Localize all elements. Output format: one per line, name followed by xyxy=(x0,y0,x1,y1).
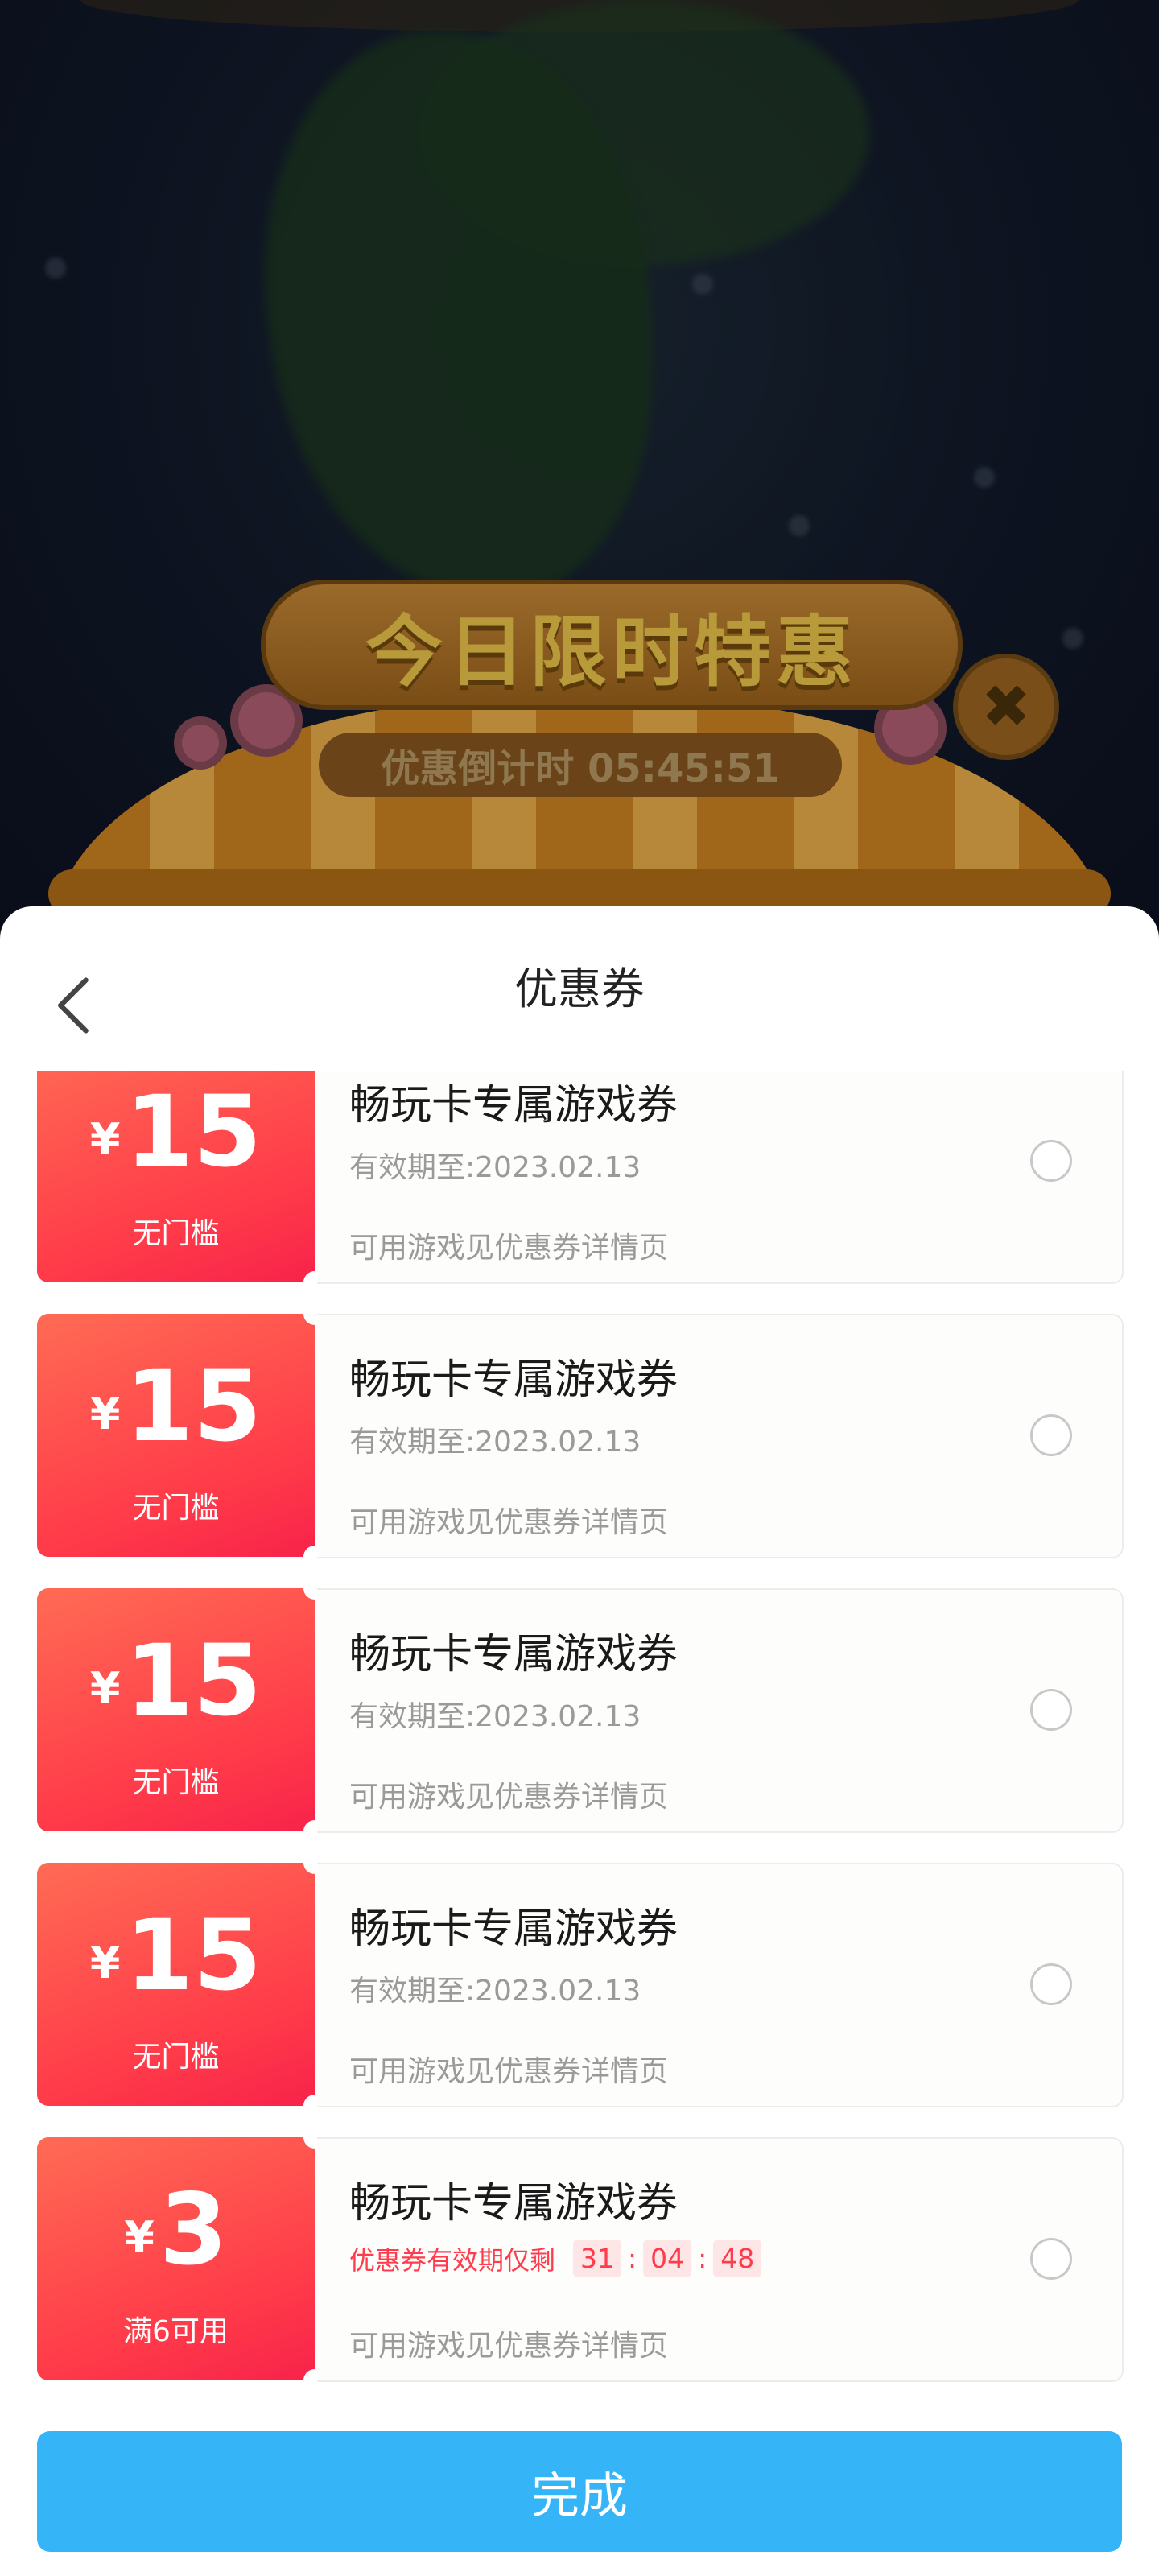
coupon-info: 畅玩卡专属游戏券 有效期至:2023.02.13 可用游戏见优惠券详情页 xyxy=(317,1863,1124,2107)
coupon-expiry: 有效期至:2023.02.13 xyxy=(349,1426,641,1459)
coupon-scope: 可用游戏见优惠券详情页 xyxy=(349,1232,669,1265)
promo-title-banner: 今日限时特惠 xyxy=(261,580,963,710)
coupon-select-radio[interactable] xyxy=(1030,1689,1072,1731)
coupon-amount: 15 xyxy=(125,1349,262,1463)
promo-title: 今日限时特惠 xyxy=(365,606,858,697)
coupon-card[interactable]: ¥15 无门槛 畅玩卡专属游戏券 有效期至:2023.02.13 可用游戏见优惠… xyxy=(37,1852,1124,2117)
coupon-threshold: 无门槛 xyxy=(132,1217,220,1250)
chevron-left-icon xyxy=(58,977,89,1034)
coupon-amount: 15 xyxy=(125,1898,262,2013)
coupon-value-panel: ¥3 满6可用 xyxy=(37,2126,326,2392)
currency-symbol: ¥ xyxy=(89,1389,121,1439)
coupon-threshold: 满6可用 xyxy=(123,2315,229,2348)
coupon-expiry: 有效期至:2023.02.13 xyxy=(349,1975,641,2008)
countdown-minutes: 04 xyxy=(643,2240,692,2277)
coupon-card[interactable]: ¥15 无门槛 畅玩卡专属游戏券 有效期至:2023.02.13 可用游戏见优惠… xyxy=(37,1071,1124,1294)
currency-symbol: ¥ xyxy=(89,1114,121,1165)
game-backdrop: 今日限时特惠 优惠倒计时 05:45:51 ✖ xyxy=(0,0,1159,934)
coupon-name: 畅玩卡专属游戏券 xyxy=(349,1082,678,1129)
coupon-select-radio[interactable] xyxy=(1030,1140,1072,1182)
coupon-card[interactable]: ¥15 无门槛 畅玩卡专属游戏券 有效期至:2023.02.13 可用游戏见优惠… xyxy=(37,1302,1124,1568)
close-icon[interactable]: ✖ xyxy=(953,654,1059,760)
promo-awning: 今日限时特惠 优惠倒计时 05:45:51 ✖ xyxy=(48,580,1111,934)
coupon-amount: 15 xyxy=(125,1624,262,1738)
coupon-info: 畅玩卡专属游戏券 有效期至:2023.02.13 可用游戏见优惠券详情页 xyxy=(317,1071,1124,1284)
coupon-info: 畅玩卡专属游戏券 优惠券有效期仅剩 31 : 04 : 48 可用游戏见优惠券详… xyxy=(317,2137,1124,2382)
coupon-scope: 可用游戏见优惠券详情页 xyxy=(349,1506,669,1539)
coupon-value-panel: ¥15 无门槛 xyxy=(37,1071,326,1294)
coupon-name: 畅玩卡专属游戏券 xyxy=(349,1905,678,1953)
coupon-name: 畅玩卡专属游戏券 xyxy=(349,2180,678,2227)
coupon-scope: 可用游戏见优惠券详情页 xyxy=(349,1781,669,1814)
coupon-value-panel: ¥15 无门槛 xyxy=(37,1577,326,1843)
coupon-name: 畅玩卡专属游戏券 xyxy=(349,1356,678,1404)
done-button[interactable]: 完成 xyxy=(37,2431,1122,2552)
coupon-value-panel: ¥15 无门槛 xyxy=(37,1852,326,2117)
currency-symbol: ¥ xyxy=(89,1938,121,1988)
coupon-expiry: 有效期至:2023.02.13 xyxy=(349,1700,641,1733)
coupon-select-radio[interactable] xyxy=(1030,1963,1072,2005)
coupon-expiry-countdown: 优惠券有效期仅剩 31 : 04 : 48 xyxy=(349,2240,765,2277)
coupon-select-radio[interactable] xyxy=(1030,1414,1072,1456)
coupon-select-radio[interactable] xyxy=(1030,2238,1072,2280)
coupon-threshold: 无门槛 xyxy=(132,1492,220,1525)
coupon-sheet: 优惠券 ¥15 无门槛 畅玩卡专属游戏券 有效期至:2023.02.13 可用游… xyxy=(0,906,1159,2576)
coupon-amount: 3 xyxy=(159,2173,228,2287)
coupon-list[interactable]: ¥15 无门槛 畅玩卡专属游戏券 有效期至:2023.02.13 可用游戏见优惠… xyxy=(0,1071,1159,2508)
currency-symbol: ¥ xyxy=(124,2212,155,2263)
coupon-value-panel: ¥15 无门槛 xyxy=(37,1302,326,1568)
sheet-header: 优惠券 xyxy=(0,906,1159,1071)
coupon-threshold: 无门槛 xyxy=(132,2041,220,2074)
currency-symbol: ¥ xyxy=(89,1663,121,1714)
coupon-card[interactable]: ¥3 满6可用 畅玩卡专属游戏券 优惠券有效期仅剩 31 : 04 : 48 可… xyxy=(37,2126,1124,2392)
coupon-amount: 15 xyxy=(125,1075,262,1189)
countdown-hours: 31 xyxy=(573,2240,622,2277)
coupon-threshold: 无门槛 xyxy=(132,1766,220,1799)
countdown-label: 优惠券有效期仅剩 xyxy=(349,2244,556,2276)
promo-countdown: 优惠倒计时 05:45:51 xyxy=(319,733,842,797)
coupon-scope: 可用游戏见优惠券详情页 xyxy=(349,2055,669,2088)
coupon-card[interactable]: ¥15 无门槛 畅玩卡专属游戏券 有效期至:2023.02.13 可用游戏见优惠… xyxy=(37,1577,1124,1843)
coupon-scope: 可用游戏见优惠券详情页 xyxy=(349,2330,669,2363)
coupon-info: 畅玩卡专属游戏券 有效期至:2023.02.13 可用游戏见优惠券详情页 xyxy=(317,1314,1124,1558)
coupon-info: 畅玩卡专属游戏券 有效期至:2023.02.13 可用游戏见优惠券详情页 xyxy=(317,1588,1124,1833)
coupon-expiry: 有效期至:2023.02.13 xyxy=(349,1151,641,1184)
promo-countdown-text: 优惠倒计时 05:45:51 xyxy=(381,746,780,791)
coupon-name: 畅玩卡专属游戏券 xyxy=(349,1631,678,1678)
countdown-seconds: 48 xyxy=(713,2240,762,2277)
back-button[interactable] xyxy=(40,961,105,1050)
sheet-title: 优惠券 xyxy=(514,964,645,1014)
